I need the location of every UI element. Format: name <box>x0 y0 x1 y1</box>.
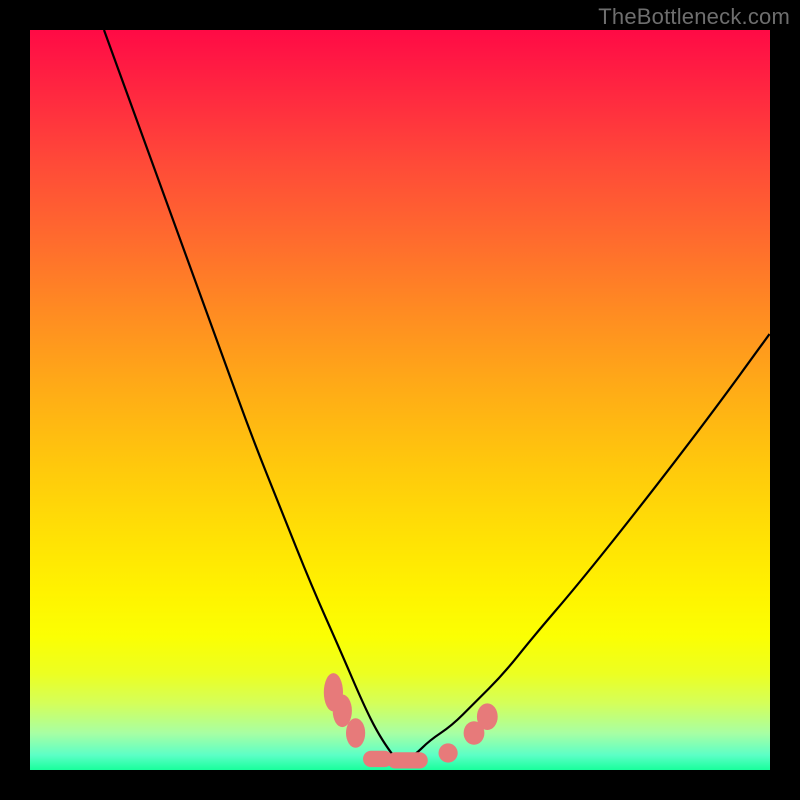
attribution-label: TheBottleneck.com <box>598 4 790 30</box>
marker-1 <box>333 695 352 728</box>
marker-7 <box>477 703 498 730</box>
marker-4 <box>387 752 428 768</box>
curves-svg <box>30 30 770 770</box>
marker-5 <box>439 743 458 762</box>
marker-2 <box>346 718 365 748</box>
curve-left-curve <box>104 30 400 763</box>
plot-area <box>30 30 770 770</box>
chart-frame: TheBottleneck.com <box>0 0 800 800</box>
curve-right-curve <box>400 333 770 762</box>
